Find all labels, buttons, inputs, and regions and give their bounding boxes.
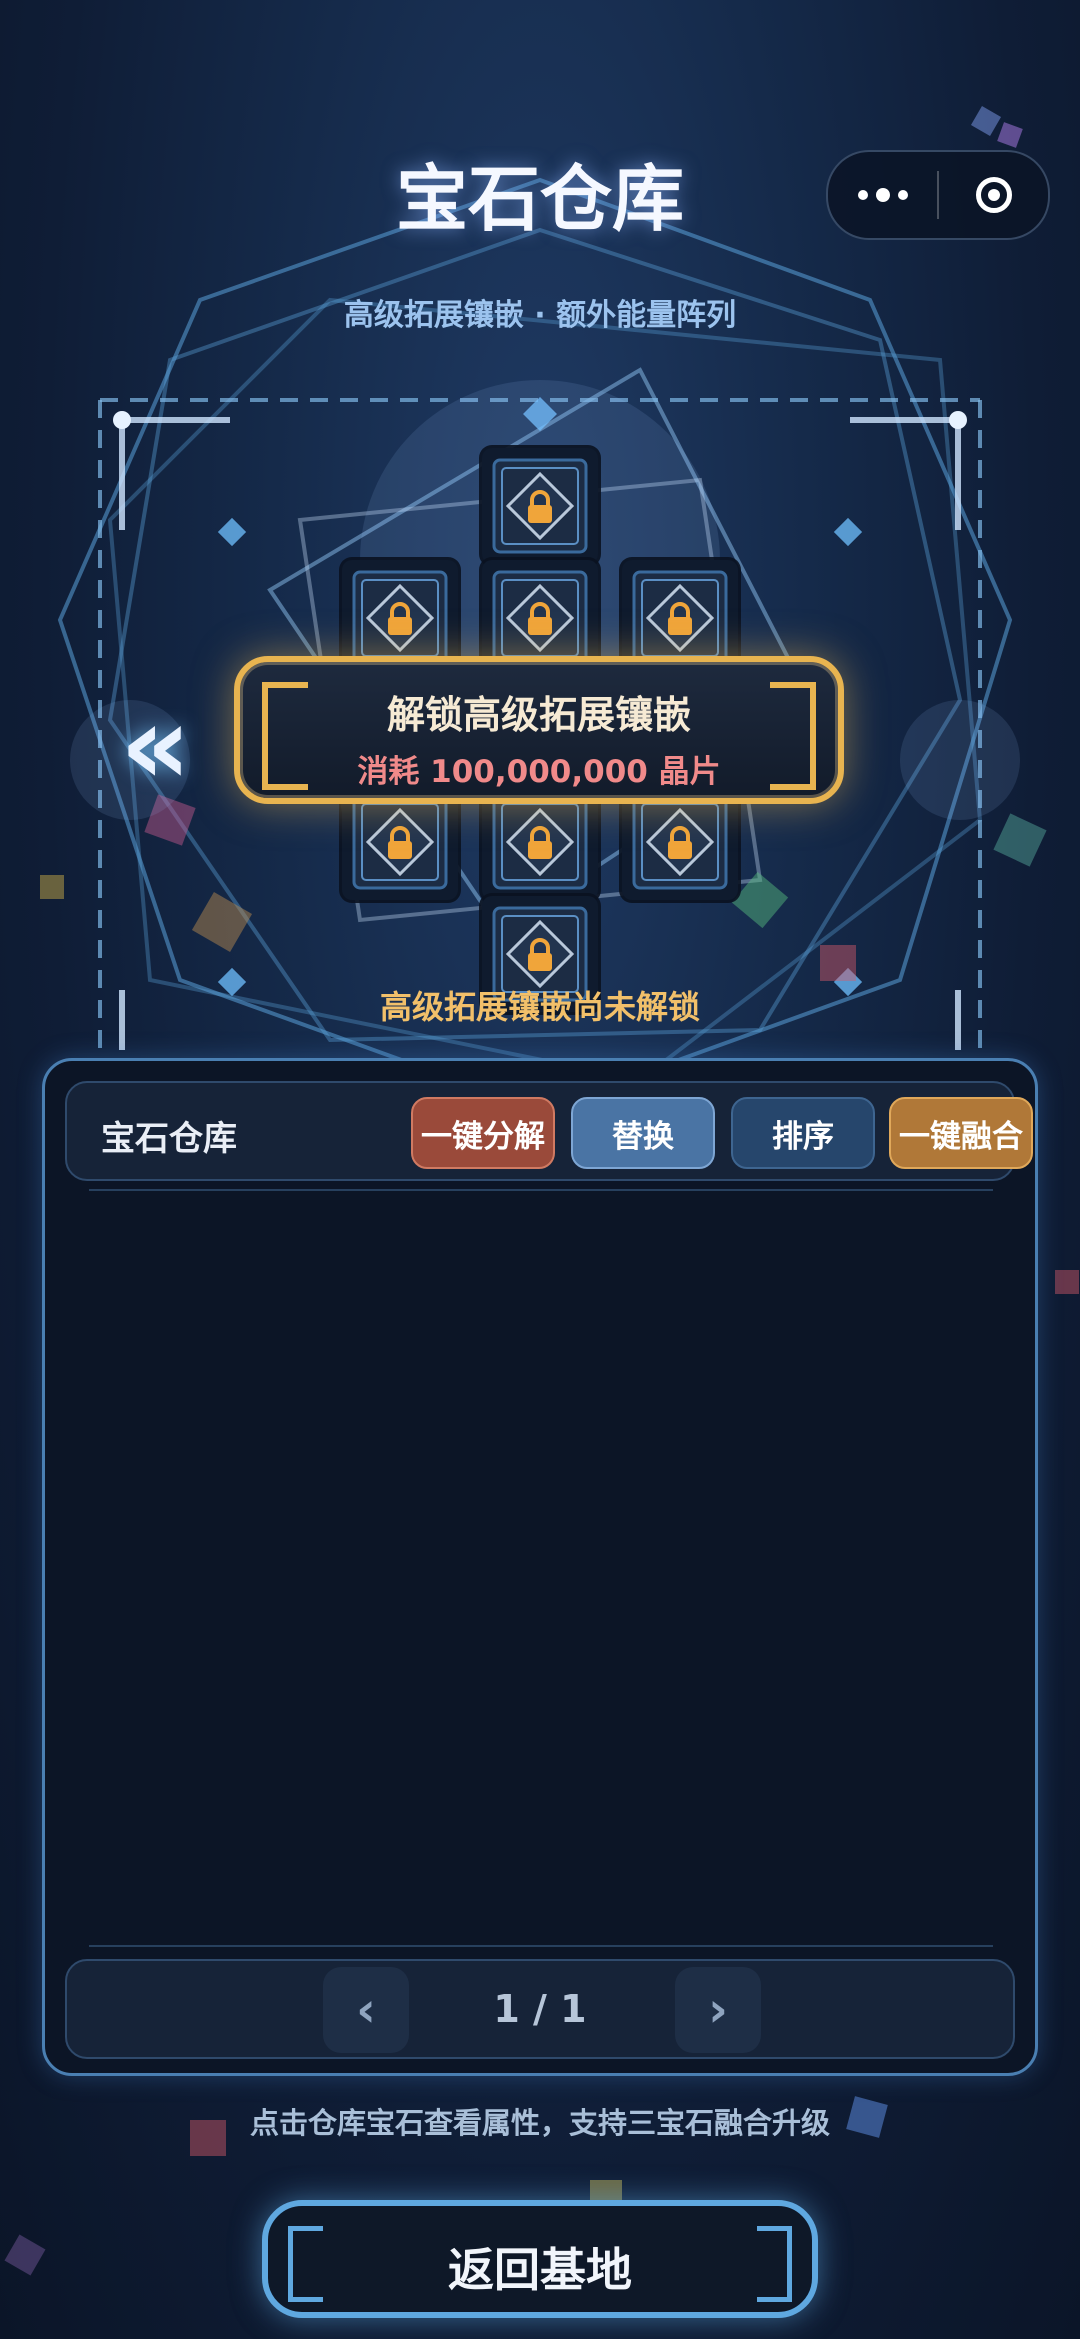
back-to-base-button[interactable]: 返回基地: [262, 2200, 818, 2318]
page-subtitle: 高级拓展镶嵌 · 额外能量阵列: [343, 298, 737, 333]
locked-socket-slot[interactable]: [482, 448, 598, 564]
sort-button[interactable]: 排序: [731, 1097, 875, 1169]
fuse-all-button[interactable]: 一键融合: [889, 1097, 1033, 1169]
divider: [89, 1189, 993, 1191]
double-chevron-left-icon[interactable]: «: [120, 690, 191, 800]
warehouse-title: 宝石仓库: [101, 1119, 237, 1159]
pagination: ‹ 1 / 1 ›: [65, 1959, 1015, 2059]
divider: [89, 1945, 993, 1947]
miniprogram-capsule: [826, 150, 1050, 240]
more-dots-icon[interactable]: [828, 152, 937, 238]
unlock-advanced-socket-button[interactable]: 解锁高级拓展镶嵌 消耗 100,000,000 晶片: [234, 656, 844, 804]
page-indicator: 1 / 1: [493, 1987, 587, 2031]
replace-button[interactable]: 替换: [571, 1097, 715, 1169]
lock-icon: [492, 458, 588, 554]
unlock-cost-text: 消耗 100,000,000 晶片: [357, 754, 721, 790]
hint-text: 点击仓库宝石查看属性，支持三宝石融合升级: [249, 2106, 830, 2140]
warehouse-toolbar: 宝石仓库 一键分解 替换 排序 一键融合: [65, 1081, 1033, 1181]
decompose-all-button[interactable]: 一键分解: [411, 1097, 555, 1169]
gem-warehouse-panel: 宝石仓库 一键分解 替换 排序 一键融合 ‹ 1 / 1 ›: [42, 1058, 1038, 2076]
locked-status-text: 高级拓展镶嵌尚未解锁: [379, 988, 700, 1026]
back-button-label: 返回基地: [448, 2243, 632, 2297]
target-circle-icon[interactable]: [939, 152, 1048, 238]
unlock-button-label: 解锁高级拓展镶嵌: [386, 693, 691, 737]
next-page-button[interactable]: ›: [675, 1967, 761, 2053]
